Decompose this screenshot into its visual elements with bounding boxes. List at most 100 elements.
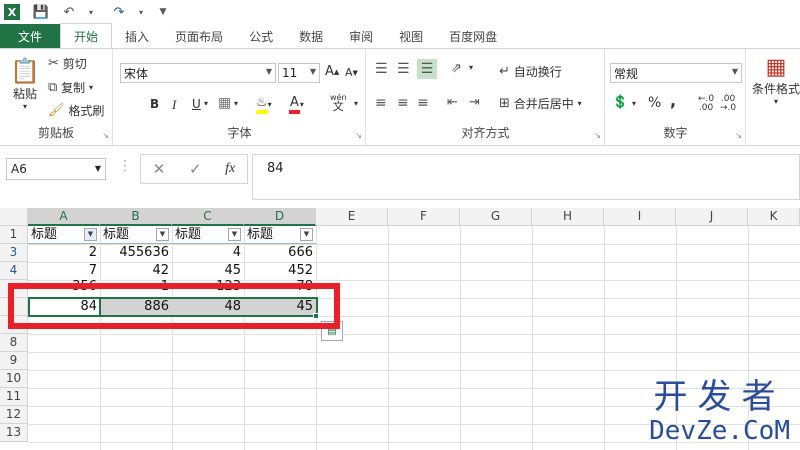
formula-input[interactable]: 84: [252, 154, 800, 200]
number-launcher-icon[interactable]: ↘: [735, 131, 742, 140]
cell-a3[interactable]: 2: [28, 244, 100, 262]
align-center-icon[interactable]: ≡: [397, 95, 409, 111]
tab-home[interactable]: 开始: [60, 23, 113, 48]
column-header-d[interactable]: D: [244, 208, 316, 226]
row-header-13[interactable]: 13: [0, 424, 28, 442]
increase-decimal-icon[interactable]: ←.0.00: [698, 95, 714, 113]
undo-icon[interactable]: ↶: [58, 1, 80, 23]
column-header-i[interactable]: I: [604, 208, 676, 226]
clipboard-launcher-icon[interactable]: ↘: [102, 131, 109, 140]
filter-active-icon[interactable]: ▼: [84, 228, 97, 241]
row-header-8[interactable]: 8: [0, 334, 28, 352]
chevron-down-icon: ▼: [265, 67, 272, 76]
insert-function-icon[interactable]: fx: [225, 161, 235, 177]
wrap-text-button[interactable]: ↵ 自动换行: [499, 63, 562, 80]
border-icon[interactable]: ▦: [218, 95, 231, 111]
tab-page-layout[interactable]: 页面布局: [162, 24, 236, 48]
underline-dropdown-icon[interactable]: ▾: [204, 99, 208, 108]
tab-insert[interactable]: 插入: [112, 24, 162, 48]
orientation-dropdown-icon[interactable]: ▾: [469, 63, 473, 72]
paste-label: 粘贴: [12, 87, 37, 101]
tab-data[interactable]: 数据: [286, 24, 336, 48]
font-launcher-icon[interactable]: ↘: [355, 131, 362, 140]
column-header-a[interactable]: A: [28, 208, 100, 226]
name-box[interactable]: A6 ▼: [6, 158, 106, 180]
decrease-decimal-icon[interactable]: .00 →.0: [720, 95, 736, 113]
align-top-icon[interactable]: ☰: [375, 61, 388, 77]
column-header-e[interactable]: E: [316, 208, 388, 226]
align-left-icon[interactable]: ≡: [375, 95, 387, 111]
tab-review[interactable]: 审阅: [336, 24, 386, 48]
clipboard-group: 📋 粘贴 ▾ ✂ 剪切 ⧉ 复制 ▾ 🖌 格式刷 剪贴板 ↘: [0, 49, 113, 145]
format-painter-button[interactable]: 🖌 格式刷: [48, 102, 104, 119]
cancel-icon[interactable]: ✕: [153, 160, 166, 178]
redo-dropdown-icon[interactable]: ▾: [130, 1, 152, 23]
fill-color-button[interactable]: ♨ ▾: [256, 95, 272, 114]
filter-dropdown-icon[interactable]: ▼: [300, 228, 313, 241]
name-box-value: A6: [11, 162, 27, 176]
cell-d3[interactable]: 666: [244, 244, 316, 262]
tab-view[interactable]: 视图: [386, 24, 436, 48]
grow-font-button[interactable]: A ▲: [325, 64, 339, 79]
row-header-4[interactable]: 4: [0, 262, 28, 280]
column-header-f[interactable]: F: [388, 208, 460, 226]
enter-icon[interactable]: ✓: [189, 160, 202, 178]
filter-dropdown-icon[interactable]: ▼: [156, 228, 169, 241]
tab-file[interactable]: 文件: [0, 24, 61, 48]
number-format-select[interactable]: 常规 ▼: [610, 63, 742, 83]
row-header-1[interactable]: 1: [0, 226, 28, 244]
filter-dropdown-icon[interactable]: ▼: [228, 228, 241, 241]
row-header-9[interactable]: 9: [0, 352, 28, 370]
font-size-select[interactable]: 11 ▼: [278, 63, 320, 83]
cut-button[interactable]: ✂ 剪切: [48, 55, 87, 72]
tab-baidu-netdisk[interactable]: 百度网盘: [436, 24, 510, 48]
underline-button[interactable]: U: [192, 97, 201, 111]
border-dropdown-icon[interactable]: ▾: [234, 99, 238, 108]
cell-b3[interactable]: 455636: [100, 244, 172, 262]
copy-button[interactable]: ⧉ 复制 ▾: [48, 79, 93, 96]
customize-toolbar-icon[interactable]: ▼: [152, 1, 174, 23]
phonetic-button[interactable]: wén 文: [330, 93, 347, 112]
decrease-indent-icon[interactable]: ⇤: [447, 95, 458, 110]
increase-indent-icon[interactable]: ⇥: [469, 95, 480, 110]
phonetic-dropdown-icon[interactable]: ▾: [354, 99, 358, 108]
alignment-launcher-icon[interactable]: ↘: [594, 131, 601, 140]
comma-button[interactable]: ,: [670, 91, 676, 110]
grid-line: [28, 370, 800, 371]
redo-icon[interactable]: ↷: [108, 1, 130, 23]
accounting-dropdown-icon[interactable]: ▾: [632, 99, 636, 108]
cell-c3[interactable]: 4: [172, 244, 244, 262]
font-color-button[interactable]: A ▾: [289, 95, 304, 114]
row-header-12[interactable]: 12: [0, 406, 28, 424]
column-header-h[interactable]: H: [532, 208, 604, 226]
row-header-3[interactable]: 3: [0, 244, 28, 262]
column-header-j[interactable]: J: [676, 208, 748, 226]
italic-button[interactable]: I: [172, 97, 176, 113]
tab-formulas[interactable]: 公式: [236, 24, 286, 48]
accounting-icon[interactable]: 💲: [612, 95, 628, 110]
orientation-icon[interactable]: ⇗: [451, 61, 462, 76]
paste-button[interactable]: 📋 粘贴 ▾: [8, 57, 42, 111]
row-header-11[interactable]: 11: [0, 388, 28, 406]
formula-bar: A6 ▼ ⋮ ✕ ✓ fx 84: [0, 146, 800, 206]
align-bottom-icon[interactable]: ☰: [417, 59, 437, 79]
font-name-select[interactable]: 宋体 ▼: [120, 63, 276, 83]
paste-dropdown-icon: ▾: [22, 102, 27, 111]
align-middle-icon[interactable]: ☰: [397, 61, 410, 77]
merge-center-button[interactable]: ⊞ 合并后居中 ▾: [499, 95, 582, 112]
percent-button[interactable]: %: [648, 95, 661, 111]
highlight-annotation: [8, 283, 340, 329]
select-all-corner[interactable]: [0, 208, 28, 226]
shrink-font-button[interactable]: A ▼: [345, 66, 358, 79]
conditional-format-button[interactable]: ▦ 条件格式 ▾: [751, 55, 800, 106]
row-header-10[interactable]: 10: [0, 370, 28, 388]
column-header-b[interactable]: B: [100, 208, 172, 226]
align-right-icon[interactable]: ≡: [417, 95, 429, 111]
column-header-k[interactable]: K: [748, 208, 800, 226]
save-icon[interactable]: 💾: [30, 1, 52, 23]
watermark-cn: 开发者: [653, 377, 786, 417]
undo-dropdown-icon[interactable]: ▾: [80, 1, 102, 23]
bold-button[interactable]: B: [150, 97, 159, 111]
column-header-g[interactable]: G: [460, 208, 532, 226]
column-header-c[interactable]: C: [172, 208, 244, 226]
